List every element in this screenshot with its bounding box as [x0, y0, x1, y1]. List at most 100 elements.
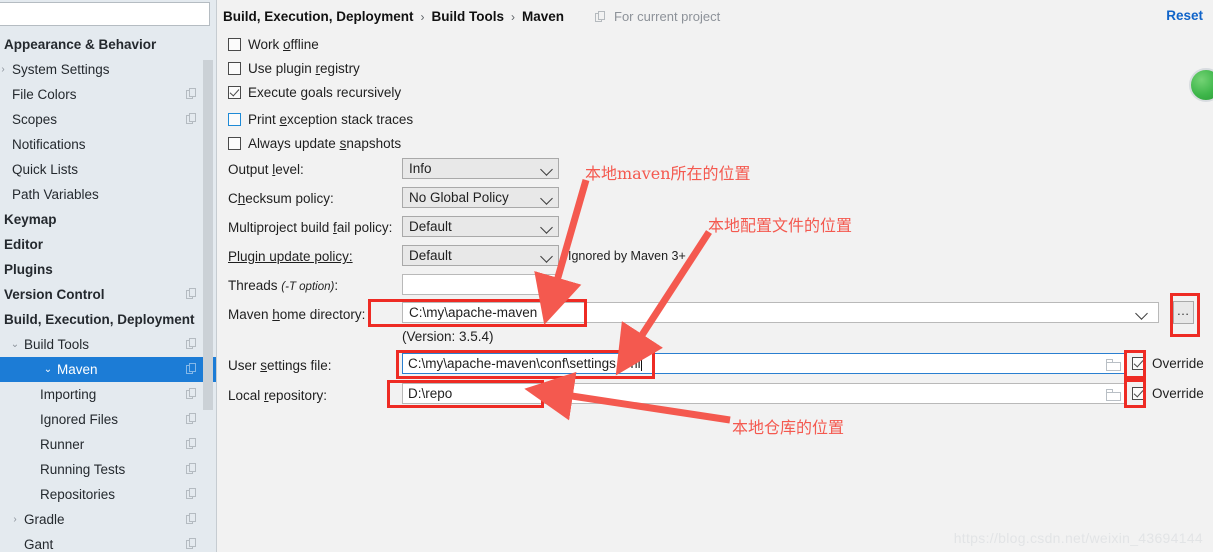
breadcrumb-separator: › [511, 10, 516, 24]
chevron-right-icon[interactable]: › [8, 507, 22, 532]
checkbox-work-offline[interactable] [228, 38, 241, 51]
copy-settings-icon[interactable] [186, 413, 197, 425]
reset-link[interactable]: Reset [1166, 8, 1203, 23]
copy-settings-icon[interactable] [186, 388, 197, 400]
sidebar-item-runner[interactable]: Runner [0, 432, 217, 457]
sidebar-item-appearance-behavior[interactable]: Appearance & Behavior [0, 32, 217, 57]
sidebar-item-running-tests[interactable]: Running Tests [0, 457, 217, 482]
breadcrumb-separator: › [420, 10, 425, 24]
breadcrumb-item[interactable]: Build, Execution, Deployment [223, 9, 414, 24]
sidebar-item-gant[interactable]: Gant [0, 532, 217, 552]
copy-settings-icon[interactable] [186, 363, 197, 375]
sidebar-item-importing[interactable]: Importing [0, 382, 217, 407]
sidebar-item-path-variables[interactable]: Path Variables [0, 182, 217, 207]
sidebar-item-build-execution-deployment[interactable]: Build, Execution, Deployment [0, 307, 217, 332]
copy-settings-icon[interactable] [186, 463, 197, 475]
checkbox-row-print-exception-stack-traces[interactable]: Print exception stack traces [228, 110, 413, 130]
user-settings-file-input[interactable]: C:\my\apache-maven\conf\settings.xml [402, 353, 1127, 374]
checksum-policy-label: Checksum policy: [228, 191, 334, 206]
user-settings-override-row[interactable]: Override [1132, 354, 1204, 374]
settings-tree[interactable]: Appearance & Behavior › System Settings Fil… [0, 32, 217, 552]
sidebar-scrollbar-thumb[interactable] [203, 60, 213, 410]
breadcrumb-item[interactable]: Maven [522, 9, 564, 24]
checkbox-row-use-plugin-registry[interactable]: Use plugin registry [228, 59, 360, 79]
multiproject-fail-policy-label: Multiproject build fail policy: [228, 220, 393, 235]
checkbox-row-work-offline[interactable]: Work offline [228, 35, 319, 55]
sidebar-item-label: Keymap [4, 212, 57, 227]
sidebar-item-label: Gradle [24, 512, 65, 527]
output-level-combo[interactable]: Info [402, 158, 559, 179]
sidebar-item-label: Notifications [12, 137, 86, 152]
annotation-text-3: 本地仓库的位置 [732, 418, 845, 437]
sidebar-item-version-control[interactable]: Version Control [0, 282, 217, 307]
copy-settings-icon[interactable] [186, 113, 197, 125]
checkbox-print-exception-stack-traces[interactable] [228, 113, 241, 126]
plugin-update-policy-combo[interactable]: Default [402, 245, 559, 266]
sidebar-item-label: Path Variables [12, 187, 99, 202]
output-level-label: Output level: [228, 162, 304, 177]
sidebar-item-gradle[interactable]: › Gradle [0, 507, 217, 532]
sidebar-item-keymap[interactable]: Keymap [0, 207, 217, 232]
sidebar-item-build-tools[interactable]: ⌄ Build Tools [0, 332, 217, 357]
user-settings-override-checkbox[interactable] [1132, 357, 1145, 370]
sidebar-item-label: Build Tools [24, 337, 90, 352]
for-current-project-label: For current project [614, 9, 721, 24]
copy-settings-icon[interactable] [186, 538, 197, 550]
sidebar-item-label: Repositories [40, 487, 116, 502]
sidebar-item-system-settings[interactable]: › System Settings [0, 57, 217, 82]
threads-input[interactable] [402, 274, 559, 295]
sidebar-item-label: Build, Execution, Deployment [4, 312, 195, 327]
chevron-down-icon[interactable]: ⌄ [8, 332, 22, 357]
local-repository-override-checkbox[interactable] [1132, 387, 1145, 400]
copy-settings-icon[interactable] [186, 438, 197, 450]
sidebar-item-editor[interactable]: Editor [0, 232, 217, 257]
checkbox-execute-goals-recursively[interactable] [228, 86, 241, 99]
chevron-down-icon [540, 250, 553, 263]
copy-settings-icon[interactable] [186, 288, 197, 300]
sidebar-item-plugins[interactable]: Plugins [0, 257, 217, 282]
chevron-down-icon [540, 221, 553, 234]
checkbox-use-plugin-registry[interactable] [228, 62, 241, 75]
local-repository-input[interactable]: D:\repo [402, 383, 1127, 404]
checkbox-always-update-snapshots[interactable] [228, 137, 241, 150]
folder-icon[interactable] [1106, 359, 1121, 371]
chevron-down-icon[interactable]: ⌄ [41, 357, 55, 382]
sidebar-item-quick-lists[interactable]: Quick Lists [0, 157, 217, 182]
copy-settings-icon[interactable] [186, 488, 197, 500]
sidebar-divider [216, 0, 217, 552]
sidebar-item-maven[interactable]: ⌄ Maven [0, 357, 217, 382]
breadcrumb-item[interactable]: Build Tools [432, 9, 505, 24]
sidebar-item-label: Editor [4, 237, 43, 252]
copy-settings-icon [595, 11, 606, 23]
user-settings-file-label: User settings file: [228, 358, 332, 373]
chevron-down-icon [540, 192, 553, 205]
sidebar-item-scopes[interactable]: Scopes [0, 107, 217, 132]
copy-settings-icon[interactable] [186, 88, 197, 100]
sidebar-item-repositories[interactable]: Repositories [0, 482, 217, 507]
sidebar-item-label: Version Control [4, 287, 105, 302]
multiproject-fail-policy-combo[interactable]: Default [402, 216, 559, 237]
sidebar-item-ignored-files[interactable]: Ignored Files [0, 407, 217, 432]
settings-sidebar: Appearance & Behavior › System Settings Fil… [0, 0, 217, 552]
checkbox-row-always-update-snapshots[interactable]: Always update snapshots [228, 134, 401, 154]
maven-home-browse-button[interactable]: … [1173, 301, 1194, 324]
chevron-right-icon[interactable]: › [0, 57, 10, 82]
folder-icon[interactable] [1106, 389, 1121, 401]
sidebar-item-label: Appearance & Behavior [4, 37, 157, 52]
sidebar-item-file-colors[interactable]: File Colors [0, 82, 217, 107]
local-repository-label: Local repository: [228, 388, 328, 403]
sidebar-item-label: Running Tests [40, 462, 126, 477]
sidebar-item-notifications[interactable]: Notifications [0, 132, 217, 157]
copy-settings-icon[interactable] [186, 513, 197, 525]
checkbox-label: Always update snapshots [248, 136, 402, 151]
checksum-policy-combo[interactable]: No Global Policy [402, 187, 559, 208]
checkbox-label: Execute goals recursively [248, 85, 402, 100]
sidebar-search-input[interactable] [0, 2, 210, 26]
copy-settings-icon[interactable] [186, 338, 197, 350]
settings-main-panel: Build, Execution, Deployment › Build Tools… [218, 0, 1213, 552]
checkbox-row-execute-goals-recursively[interactable]: Execute goals recursively [228, 83, 401, 103]
sidebar-item-label: Ignored Files [40, 412, 119, 427]
sidebar-item-label: Quick Lists [12, 162, 79, 177]
maven-home-directory-combo[interactable]: C:\my\apache-maven [402, 302, 1159, 323]
local-repository-override-row[interactable]: Override [1132, 384, 1204, 404]
